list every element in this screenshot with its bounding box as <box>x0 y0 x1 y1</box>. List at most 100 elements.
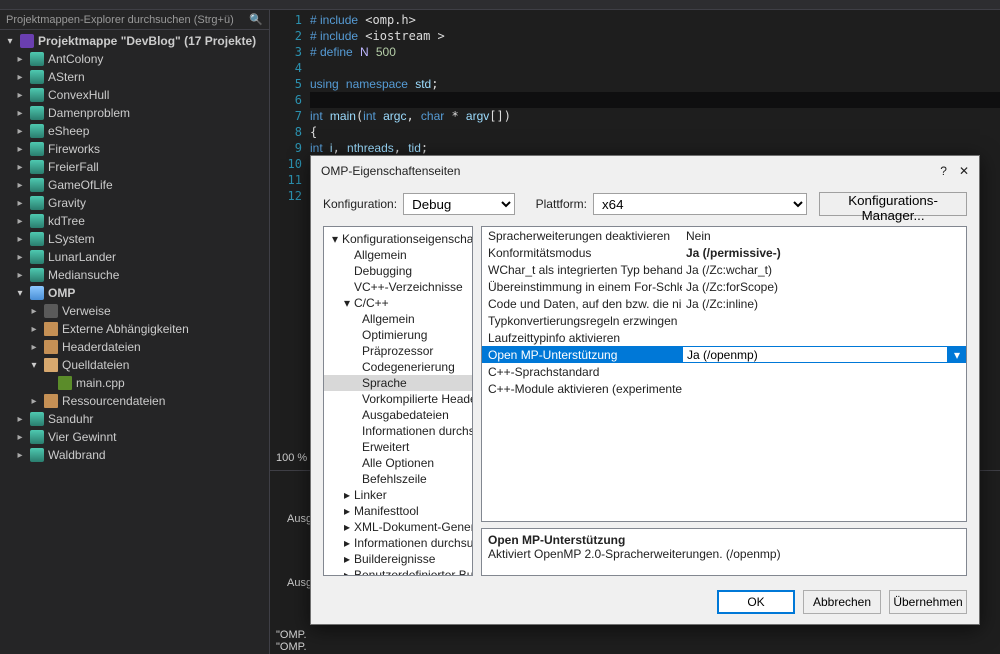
source-files-node[interactable]: ▾ Quelldateien <box>0 356 269 374</box>
project-node[interactable]: ▸ Damenproblem <box>0 104 269 122</box>
apply-button[interactable]: Übernehmen <box>889 590 967 614</box>
chevron-right-icon[interactable]: ▸ <box>14 198 26 209</box>
main-cpp-node[interactable]: main.cpp <box>0 374 269 392</box>
project-icon <box>30 448 44 462</box>
header-files-node[interactable]: ▸ Headerdateien <box>0 338 269 356</box>
tree-item[interactable]: VC++-Verzeichnisse <box>324 279 472 295</box>
dropdown-icon[interactable]: ▾ <box>948 348 966 362</box>
tree-item[interactable]: ▸XML-Dokument-Generato <box>324 519 472 535</box>
project-node[interactable]: ▸ FreierFall <box>0 158 269 176</box>
chevron-right-icon[interactable]: ▸ <box>14 216 26 227</box>
chevron-right-icon[interactable]: ▸ <box>14 144 26 155</box>
grid-row[interactable]: C++-Module aktivieren (experimentell) <box>482 380 966 397</box>
tree-item[interactable]: Debugging <box>324 263 472 279</box>
solution-node[interactable]: ▾ Projektmappe "DevBlog" (17 Projekte) <box>0 32 269 50</box>
close-icon[interactable]: ✕ <box>959 164 969 178</box>
project-omp[interactable]: ▾ OMP <box>0 284 269 302</box>
project-node[interactable]: ▸ kdTree <box>0 212 269 230</box>
project-node[interactable]: ▸ LunarLander <box>0 248 269 266</box>
tree-item[interactable]: Allgemein <box>324 311 472 327</box>
platform-select[interactable]: x64 <box>593 193 807 215</box>
grid-row[interactable]: Open MP-Unterstützung Ja (/openmp) ▾ <box>482 346 966 363</box>
tree-item[interactable]: Erweitert <box>324 439 472 455</box>
chevron-right-icon[interactable]: ▸ <box>14 90 26 101</box>
ok-button[interactable]: OK <box>717 590 795 614</box>
dialog-title: OMP-Eigenschaftenseiten <box>321 164 460 178</box>
tree-item[interactable]: ▸Informationen durchsuche <box>324 535 472 551</box>
chevron-right-icon[interactable]: ▸ <box>14 450 26 461</box>
help-icon[interactable]: ? <box>940 164 947 178</box>
project-node[interactable]: ▸ Sanduhr <box>0 410 269 428</box>
chevron-down-icon[interactable]: ▾ <box>28 360 40 371</box>
chevron-right-icon[interactable]: ▸ <box>14 270 26 281</box>
grid-row[interactable]: Laufzeittypinfo aktivieren <box>482 329 966 346</box>
chevron-down-icon[interactable]: ▾ <box>14 288 26 299</box>
cpp-file-icon <box>58 376 72 390</box>
chevron-down-icon[interactable]: ▾ <box>4 36 16 47</box>
project-node[interactable]: ▸ eSheep <box>0 122 269 140</box>
grid-row[interactable]: Übereinstimmung in einem For-Schleifenbe… <box>482 278 966 295</box>
chevron-right-icon[interactable]: ▸ <box>14 162 26 173</box>
explorer-search[interactable]: Projektmappen-Explorer durchsuchen (Strg… <box>0 10 269 30</box>
project-icon <box>30 160 44 174</box>
chevron-right-icon[interactable]: ▸ <box>28 396 40 407</box>
project-node[interactable]: ▸ Vier Gewinnt <box>0 428 269 446</box>
property-grid[interactable]: Spracherweiterungen deaktivieren Nein Ko… <box>481 226 967 522</box>
tree-item[interactable]: Ausgabedateien <box>324 407 472 423</box>
grid-row[interactable]: Spracherweiterungen deaktivieren Nein <box>482 227 966 244</box>
tree-item[interactable]: ▸Buildereignisse <box>324 551 472 567</box>
tree-item[interactable]: Allgemein <box>324 247 472 263</box>
property-tree[interactable]: ▾Konfigurationseigenschaften AllgemeinDe… <box>323 226 473 576</box>
project-node[interactable]: ▸ AStern <box>0 68 269 86</box>
chevron-right-icon[interactable]: ▸ <box>14 414 26 425</box>
chevron-right-icon[interactable]: ▸ <box>14 108 26 119</box>
chevron-right-icon[interactable]: ▸ <box>28 324 40 335</box>
dialog-titlebar[interactable]: OMP-Eigenschaftenseiten ? ✕ <box>311 156 979 186</box>
tree-item[interactable]: ▸Manifesttool <box>324 503 472 519</box>
references-node[interactable]: ▸ Verweise <box>0 302 269 320</box>
config-manager-button[interactable]: Konfigurations-Manager... <box>819 192 967 216</box>
tree-item[interactable]: Informationen durchsu <box>324 423 472 439</box>
project-node[interactable]: ▸ Mediansuche <box>0 266 269 284</box>
grid-row[interactable]: Konformitätsmodus Ja (/permissive-) <box>482 244 966 261</box>
project-icon <box>30 142 44 156</box>
project-icon <box>30 232 44 246</box>
grid-row[interactable]: Code und Daten, auf den bzw. die nicht v… <box>482 295 966 312</box>
tree-item[interactable]: Vorkompilierte Header <box>324 391 472 407</box>
tree-item[interactable]: Präprozessor <box>324 343 472 359</box>
tree-item[interactable]: ▸Benutzerdefinierter Buildsc <box>324 567 472 576</box>
chevron-right-icon[interactable]: ▸ <box>14 72 26 83</box>
project-node[interactable]: ▸ Fireworks <box>0 140 269 158</box>
tree-item[interactable]: Sprache <box>324 375 472 391</box>
chevron-right-icon[interactable]: ▸ <box>14 252 26 263</box>
project-node[interactable]: ▸ Gravity <box>0 194 269 212</box>
chevron-right-icon[interactable]: ▸ <box>14 54 26 65</box>
chevron-right-icon[interactable]: ▸ <box>28 342 40 353</box>
tree-item[interactable]: ▸Linker <box>324 487 472 503</box>
resource-files-node[interactable]: ▸ Ressourcendateien <box>0 392 269 410</box>
project-node[interactable]: ▸ AntColony <box>0 50 269 68</box>
tree-cxx[interactable]: ▾C/C++ <box>324 295 472 311</box>
property-pages-dialog: OMP-Eigenschaftenseiten ? ✕ Konfiguratio… <box>310 155 980 625</box>
grid-row[interactable]: Typkonvertierungsregeln erzwingen <box>482 312 966 329</box>
tree-root[interactable]: ▾Konfigurationseigenschaften <box>324 231 472 247</box>
zoom-indicator[interactable]: 100 % <box>270 450 313 466</box>
project-node[interactable]: ▸ ConvexHull <box>0 86 269 104</box>
tree-item[interactable]: Alle Optionen <box>324 455 472 471</box>
chevron-right-icon[interactable]: ▸ <box>14 180 26 191</box>
chevron-right-icon[interactable]: ▸ <box>14 126 26 137</box>
cancel-button[interactable]: Abbrechen <box>803 590 881 614</box>
tree-item[interactable]: Codegenerierung <box>324 359 472 375</box>
project-node[interactable]: ▸ Waldbrand <box>0 446 269 464</box>
config-select[interactable]: Debug <box>403 193 515 215</box>
grid-row[interactable]: C++-Sprachstandard <box>482 363 966 380</box>
tree-item[interactable]: Befehlszeile <box>324 471 472 487</box>
chevron-right-icon[interactable]: ▸ <box>14 234 26 245</box>
external-deps-node[interactable]: ▸ Externe Abhängigkeiten <box>0 320 269 338</box>
project-node[interactable]: ▸ LSystem <box>0 230 269 248</box>
project-node[interactable]: ▸ GameOfLife <box>0 176 269 194</box>
grid-row[interactable]: WChar_t als integrierten Typ behandeln J… <box>482 261 966 278</box>
chevron-right-icon[interactable]: ▸ <box>28 306 40 317</box>
tree-item[interactable]: Optimierung <box>324 327 472 343</box>
chevron-right-icon[interactable]: ▸ <box>14 432 26 443</box>
